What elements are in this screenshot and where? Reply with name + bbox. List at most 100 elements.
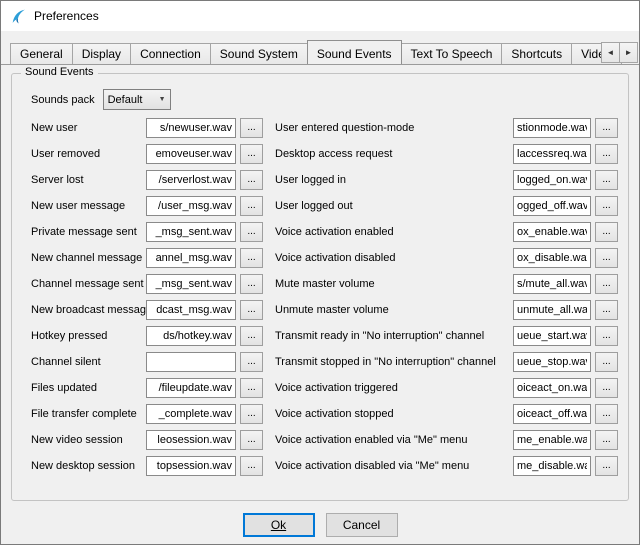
event-label: User logged out [275, 200, 513, 212]
event-file-input[interactable] [513, 378, 591, 398]
tab-scroll-right-icon[interactable]: ► [619, 42, 638, 63]
browse-button[interactable]: ... [240, 456, 263, 476]
sound-event-row: Channel message sent ... Mute master vol… [31, 271, 618, 297]
browse-button[interactable]: ... [595, 456, 618, 476]
event-file-input[interactable] [513, 326, 591, 346]
browse-button[interactable]: ... [240, 352, 263, 372]
event-label: Hotkey pressed [31, 330, 146, 342]
event-file-input[interactable] [513, 222, 591, 242]
browse-button[interactable]: ... [595, 300, 618, 320]
browse-button[interactable]: ... [595, 430, 618, 450]
event-file-input[interactable] [146, 378, 236, 398]
event-file-input[interactable] [513, 430, 591, 450]
event-file-input[interactable] [146, 170, 236, 190]
sounds-pack-value: Default [108, 94, 143, 106]
browse-button[interactable]: ... [240, 196, 263, 216]
browse-button[interactable]: ... [595, 352, 618, 372]
event-label: File transfer complete [31, 408, 146, 420]
event-label: New channel message [31, 252, 146, 264]
event-label: Files updated [31, 382, 146, 394]
event-file-input[interactable] [513, 248, 591, 268]
tab-display[interactable]: Display [72, 43, 131, 64]
browse-button[interactable]: ... [240, 222, 263, 242]
browse-button[interactable]: ... [240, 300, 263, 320]
sound-event-row: New video session ... Voice activation e… [31, 427, 618, 453]
event-label: Voice activation stopped [275, 408, 513, 420]
event-file-input[interactable] [146, 404, 236, 424]
event-file-input[interactable] [513, 352, 591, 372]
event-file-input[interactable] [146, 274, 236, 294]
chevron-down-icon: ▼ [159, 96, 166, 103]
event-file-input[interactable] [513, 300, 591, 320]
browse-button[interactable]: ... [240, 118, 263, 138]
event-label: New desktop session [31, 460, 146, 472]
event-file-input[interactable] [146, 326, 236, 346]
event-file-input[interactable] [146, 222, 236, 242]
browse-button[interactable]: ... [595, 248, 618, 268]
event-label: Private message sent [31, 226, 146, 238]
browse-button[interactable]: ... [240, 326, 263, 346]
sound-events-group: Sound Events Sounds pack Default ▼ New u… [11, 73, 629, 501]
event-file-input[interactable] [513, 456, 591, 476]
browse-button[interactable]: ... [240, 170, 263, 190]
event-file-input[interactable] [146, 352, 236, 372]
event-file-input[interactable] [513, 274, 591, 294]
event-file-input[interactable] [146, 196, 236, 216]
event-file-input[interactable] [146, 300, 236, 320]
browse-button[interactable]: ... [595, 144, 618, 164]
browse-button[interactable]: ... [240, 144, 263, 164]
event-file-input[interactable] [146, 248, 236, 268]
event-label: Unmute master volume [275, 304, 513, 316]
browse-button[interactable]: ... [240, 378, 263, 398]
tab-text-to-speech[interactable]: Text To Speech [401, 43, 503, 64]
browse-button[interactable]: ... [595, 378, 618, 398]
browse-button[interactable]: ... [240, 430, 263, 450]
app-icon [10, 8, 27, 25]
ok-button[interactable]: Ok [243, 513, 315, 537]
event-label: New user [31, 122, 146, 134]
sound-event-row: Private message sent ... Voice activatio… [31, 219, 618, 245]
preferences-window: Preferences General Display Connection S… [0, 0, 640, 545]
browse-button[interactable]: ... [240, 404, 263, 424]
browse-button[interactable]: ... [595, 222, 618, 242]
dialog-footer: Ok Cancel [1, 513, 639, 537]
event-file-input[interactable] [513, 118, 591, 138]
event-file-input[interactable] [146, 118, 236, 138]
browse-button[interactable]: ... [240, 274, 263, 294]
event-label: Transmit stopped in "No interruption" ch… [275, 356, 513, 368]
event-label: Channel message sent [31, 278, 146, 290]
cancel-button[interactable]: Cancel [326, 513, 398, 537]
event-label: Server lost [31, 174, 146, 186]
sound-event-row: Hotkey pressed ... Transmit ready in "No… [31, 323, 618, 349]
tab-scroll-control: ◄ ► [601, 42, 638, 63]
sounds-pack-select[interactable]: Default ▼ [103, 89, 171, 110]
sound-event-row: New desktop session ... Voice activation… [31, 453, 618, 479]
event-label: New broadcast message [31, 304, 146, 316]
tab-scroll-left-icon[interactable]: ◄ [601, 42, 620, 63]
event-label: Voice activation disabled via "Me" menu [275, 460, 513, 472]
browse-button[interactable]: ... [240, 248, 263, 268]
event-file-input[interactable] [513, 144, 591, 164]
sound-event-row: New channel message ... Voice activation… [31, 245, 618, 271]
event-file-input[interactable] [513, 196, 591, 216]
tab-sound-system[interactable]: Sound System [210, 43, 308, 64]
tab-bar: General Display Connection Sound System … [1, 31, 639, 65]
tab-sound-events[interactable]: Sound Events [307, 40, 402, 65]
tab-shortcuts[interactable]: Shortcuts [501, 43, 572, 64]
tab-general[interactable]: General [10, 43, 73, 64]
browse-button[interactable]: ... [595, 170, 618, 190]
browse-button[interactable]: ... [595, 274, 618, 294]
event-label: Voice activation triggered [275, 382, 513, 394]
event-label: New video session [31, 434, 146, 446]
event-file-input[interactable] [146, 456, 236, 476]
event-file-input[interactable] [146, 144, 236, 164]
event-file-input[interactable] [513, 170, 591, 190]
event-file-input[interactable] [513, 404, 591, 424]
group-title: Sound Events [21, 66, 98, 78]
event-file-input[interactable] [146, 430, 236, 450]
browse-button[interactable]: ... [595, 118, 618, 138]
browse-button[interactable]: ... [595, 404, 618, 424]
tab-connection[interactable]: Connection [130, 43, 211, 64]
browse-button[interactable]: ... [595, 196, 618, 216]
browse-button[interactable]: ... [595, 326, 618, 346]
